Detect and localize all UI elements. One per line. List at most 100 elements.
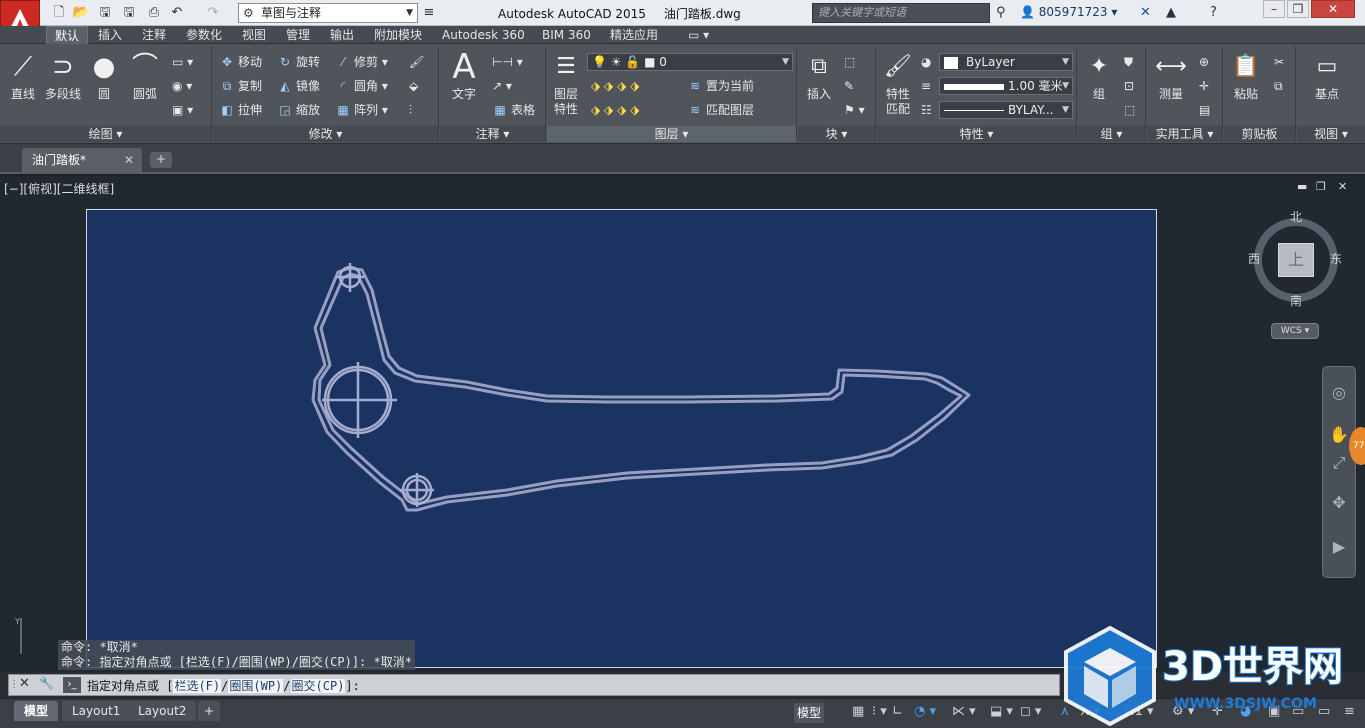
tab-output[interactable]: 输出 xyxy=(322,26,362,44)
base-point-button[interactable]: ▭ 基点 xyxy=(1307,52,1347,102)
edit-block-icon[interactable]: ✎ xyxy=(844,78,854,94)
option-fence[interactable]: 栏选(F) xyxy=(173,679,222,693)
tab-autodesk360[interactable]: Autodesk 360 xyxy=(434,26,533,44)
command-line[interactable]: ⋮ ✕ 🔧 ›_ 指定对角点或 [栏选(F)/圈围(WP)/圈交(CP)]: xyxy=(8,674,1060,696)
snap-icon[interactable]: ⁝ ▾ xyxy=(872,704,887,719)
view-panel-title[interactable]: 视图 ▾ xyxy=(1297,126,1365,142)
ungroup-icon[interactable]: ⛊ xyxy=(1124,54,1133,70)
close-icon[interactable]: ✕ xyxy=(124,148,134,172)
offset-icon[interactable]: ⫶ xyxy=(409,102,412,118)
block-panel-title[interactable]: 块 ▾ xyxy=(798,126,875,142)
minimize-button[interactable]: – xyxy=(1263,0,1285,18)
stretch-button[interactable]: ◧ 拉伸 xyxy=(219,102,262,118)
copy-clip-icon[interactable]: ⧉ xyxy=(1274,78,1283,94)
model-canvas[interactable] xyxy=(86,209,1157,668)
layer-tools-row1[interactable]: ⬗ ⬗ ⬗ ⬗ xyxy=(591,78,639,94)
trim-button[interactable]: ⁄ 修剪 ▾ xyxy=(335,54,388,70)
binoculars-icon[interactable]: ⚲ xyxy=(996,3,1006,23)
tab-insert[interactable]: 插入 xyxy=(90,26,130,44)
option-wpolygon[interactable]: 圈围(WP) xyxy=(228,679,284,693)
tab-default[interactable]: 默认 xyxy=(46,26,89,44)
search-input[interactable]: 键入关键字或短语 xyxy=(812,3,990,23)
object-snap-icon[interactable]: ◻ ▾ xyxy=(1020,704,1041,719)
tab-annotate[interactable]: 注释 xyxy=(134,26,174,44)
layer-tools-row2[interactable]: ⬗ ⬗ ⬗ ⬗ xyxy=(591,102,639,118)
attribute-icon[interactable]: ⚑ ▾ xyxy=(844,102,865,118)
quick-access-dropdown[interactable]: ≡ xyxy=(420,4,438,22)
compass-east[interactable]: 东 xyxy=(1330,250,1342,267)
compass-north[interactable]: 北 xyxy=(1290,208,1302,225)
ortho-icon[interactable]: ∟ xyxy=(892,704,903,719)
layout-tab-layout2[interactable]: Layout2 xyxy=(128,701,197,721)
quick-select-icon[interactable]: ⊕ xyxy=(1199,54,1209,70)
boundary-icon[interactable]: ▣ ▾ xyxy=(172,102,193,118)
mirror-button[interactable]: ◭ 镜像 xyxy=(277,78,320,94)
insert-button[interactable]: ⧉ 插入 xyxy=(800,52,838,102)
groups-panel-title[interactable]: 组 ▾ xyxy=(1078,126,1145,142)
table-button[interactable]: ▦ 表格 xyxy=(492,102,535,118)
add-layout-button[interactable]: + xyxy=(198,701,221,721)
viewport-controls[interactable]: [−][俯视][二维线框] xyxy=(4,180,114,197)
group-select-icon[interactable]: ⬚ xyxy=(1124,102,1135,118)
group-edit-icon[interactable]: ⊡ xyxy=(1124,78,1134,94)
group-button[interactable]: ✦ 组 xyxy=(1080,52,1118,102)
layer-select[interactable]: 💡 ☀ 🔓 ■ 0 ▼ xyxy=(587,53,793,71)
calculator-icon[interactable]: ▤ xyxy=(1199,102,1210,118)
drawing-area[interactable]: [−][俯视][二维线框] ▬ ❐ ✕ 上 北 南 东 西 WCS ▾ ◎ ✋ … xyxy=(0,176,1365,672)
document-tab[interactable]: 油门踏板* ✕ xyxy=(22,148,142,172)
tab-addins[interactable]: 附加模块 xyxy=(366,26,430,44)
array-button[interactable]: ▦ 阵列 ▾ xyxy=(335,102,388,118)
cut-icon[interactable]: ✂ xyxy=(1274,54,1284,70)
layer-properties-button[interactable]: ☰ 图层 特性 xyxy=(549,52,583,117)
wrench-icon[interactable]: 🔧 xyxy=(39,676,54,690)
polyline-button[interactable]: ⊃ 多段线 xyxy=(42,52,84,102)
tab-featured-apps[interactable]: 精选应用 xyxy=(602,26,666,44)
tab-view[interactable]: 视图 xyxy=(234,26,274,44)
measure-button[interactable]: ⟷ 测量 xyxy=(1149,52,1193,102)
print-icon[interactable]: ⎙ xyxy=(145,4,163,22)
viewport-minimize-icon[interactable]: ▬ xyxy=(1297,180,1307,193)
tab-manage[interactable]: 管理 xyxy=(278,26,318,44)
set-current-button[interactable]: ≋ 置为当前 xyxy=(687,78,754,94)
viewcube-top-face[interactable]: 上 xyxy=(1278,243,1314,277)
scale-button[interactable]: ◲ 缩放 xyxy=(277,102,320,118)
line-button[interactable]: ⟋ 直线 xyxy=(4,52,42,102)
tab-parametric[interactable]: 参数化 xyxy=(178,26,230,44)
polar-tracking-icon[interactable]: ◔ ▾ xyxy=(914,704,936,719)
open-file-icon[interactable]: 📂 xyxy=(72,4,90,22)
isodraft-icon[interactable]: ⬓ ▾ xyxy=(990,704,1013,719)
rotate-button[interactable]: ↻ 旋转 xyxy=(277,54,320,70)
command-prompt-icon[interactable]: ›_ xyxy=(63,677,81,693)
arc-button[interactable]: ⌒ 圆弧 xyxy=(126,52,164,102)
circle-button[interactable]: ● 圆 xyxy=(86,52,122,102)
properties-panel-title[interactable]: 特性 ▾ xyxy=(877,126,1076,142)
wcs-menu[interactable]: WCS ▾ xyxy=(1271,323,1319,339)
workspace-select[interactable]: ⚙ 草图与注释 ▼ xyxy=(238,3,418,23)
grid-icon[interactable]: ▦ xyxy=(852,704,864,719)
viewport-close-icon[interactable]: ✕ xyxy=(1338,180,1347,193)
create-block-icon[interactable]: ⬚ xyxy=(844,54,855,70)
redo-icon[interactable]: ↷ xyxy=(204,4,222,22)
layout-tab-layout1[interactable]: Layout1 xyxy=(62,701,131,721)
modify-panel-title[interactable]: 修改 ▾ xyxy=(213,126,438,142)
compass-south[interactable]: 南 xyxy=(1290,292,1302,309)
match-layer-button[interactable]: ≋ 匹配图层 xyxy=(687,102,754,118)
undo-icon[interactable]: ↶ xyxy=(168,4,186,22)
clipboard-panel-title[interactable]: 剪贴板 xyxy=(1224,126,1295,142)
text-button[interactable]: A 文字 xyxy=(444,50,484,102)
save-as-icon[interactable]: 🖫 xyxy=(120,4,138,22)
compass-west[interactable]: 西 xyxy=(1248,250,1260,267)
point-icon[interactable]: ✛ xyxy=(1199,78,1209,94)
dimension-icon[interactable]: ⊢⊣ ▾ xyxy=(492,54,523,70)
move-button[interactable]: ✥ 移动 xyxy=(219,54,262,70)
rectangle-icon[interactable]: ▭ ▾ xyxy=(172,54,193,70)
close-icon[interactable]: ✕ xyxy=(19,676,30,691)
viewport-restore-icon[interactable]: ❐ xyxy=(1316,180,1326,193)
close-button[interactable]: ✕ xyxy=(1311,0,1355,18)
fillet-button[interactable]: ◜ 圆角 ▾ xyxy=(335,78,388,94)
new-file-icon[interactable]: 🗋 xyxy=(50,4,68,22)
ribbon-toggle-icon[interactable]: ▭ ▾ xyxy=(680,26,717,44)
match-properties-button[interactable]: 🖌 特性 匹配 xyxy=(879,52,917,117)
linetype-select[interactable]: BYLAY... ▼ xyxy=(939,101,1073,119)
leader-icon[interactable]: ↗ ▾ xyxy=(492,78,512,94)
